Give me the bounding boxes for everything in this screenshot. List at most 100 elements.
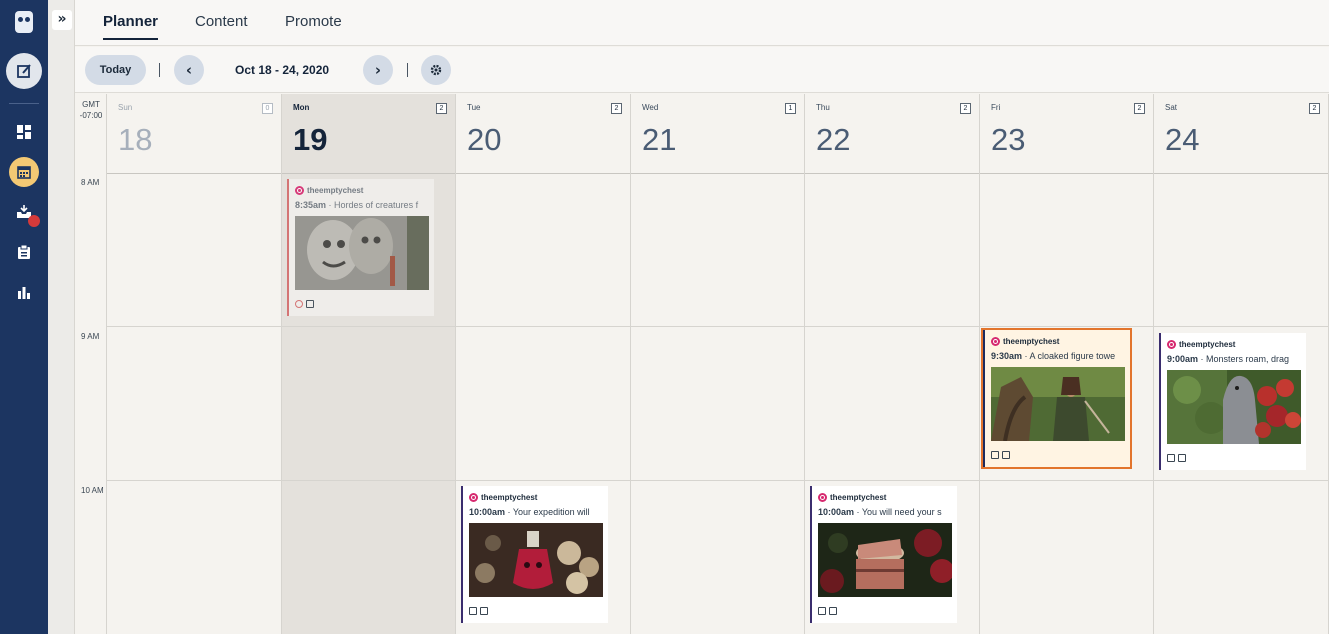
post-summary: 8:35am · Hordes of creatures f [295, 200, 419, 210]
toolbar-divider [407, 63, 408, 77]
day-column-wed[interactable]: Wed 21 1 [631, 94, 805, 634]
post-count-badge: 0 [262, 103, 273, 114]
image-icon [1178, 454, 1186, 462]
calendar-icon [17, 166, 31, 179]
post-summary: 9:00am · Monsters roam, drag [1167, 354, 1290, 364]
post-count-badge: 2 [1309, 103, 1320, 114]
time-column: GMT -07:00 8 AM 9 AM 10 AM [75, 94, 107, 634]
day-name: Sat [1165, 103, 1178, 112]
day-name: Mon [293, 103, 310, 112]
nav-dashboard[interactable] [9, 117, 39, 147]
post-image-cloaked-figure [991, 367, 1125, 442]
compose-icon [17, 64, 31, 78]
day-column-mon[interactable]: Mon 19 2 [282, 94, 456, 634]
post-account: theemptychest [1179, 339, 1236, 349]
post-image-treasure-chest [818, 523, 954, 597]
image-icon [829, 607, 837, 615]
day-header: Mon 19 2 [282, 94, 455, 174]
settings-button[interactable] [421, 55, 451, 85]
scheduled-post-card[interactable]: theemptychest 9:00am · Monsters roam, dr… [1159, 333, 1306, 470]
hootsuite-owl-icon[interactable] [15, 11, 33, 33]
post-image-skull-potion [469, 523, 603, 597]
compose-button[interactable] [6, 53, 42, 89]
hour-gridline [107, 480, 1329, 481]
calendar-small-icon [818, 607, 826, 615]
dashboard-icon [17, 125, 31, 139]
toolbar-divider [159, 63, 160, 77]
day-number: 20 [467, 122, 502, 157]
gear-icon [430, 64, 442, 76]
day-header: Sat 24 2 [1154, 94, 1328, 174]
hour-gridline [107, 326, 1329, 327]
day-name: Wed [642, 103, 659, 112]
calendar-small-icon [1167, 454, 1175, 462]
today-button[interactable]: Today [85, 55, 146, 85]
image-icon [306, 300, 314, 308]
instagram-icon [469, 492, 478, 502]
instagram-icon [991, 336, 1000, 346]
post-summary: 9:30am · A cloaked figure towe [991, 351, 1116, 361]
day-number: 18 [118, 122, 153, 157]
hour-label: 9 AM [81, 332, 100, 341]
day-number: 23 [991, 122, 1026, 157]
post-image-stone-gargoyle [295, 216, 429, 290]
image-icon [480, 607, 488, 615]
day-header: Sun 18 0 [107, 94, 281, 174]
warning-icon [295, 300, 303, 308]
post-account: theemptychest [830, 492, 887, 502]
scheduled-post-card[interactable]: theemptychest 9:30am · A cloaked figure … [981, 328, 1132, 469]
tab-planner[interactable]: Planner [103, 13, 159, 40]
day-name: Tue [467, 103, 481, 112]
day-column-sun[interactable]: Sun 18 0 [107, 94, 282, 634]
date-range-label: Oct 18 - 24, 2020 [235, 63, 330, 77]
next-week-button[interactable]: › [363, 55, 393, 85]
nav-divider [9, 103, 39, 104]
day-header: Fri 23 2 [980, 94, 1153, 174]
calendar-small-icon [991, 451, 999, 459]
post-count-badge: 2 [960, 103, 971, 114]
day-name: Fri [991, 103, 1001, 112]
expand-sidebar-button[interactable]: » [52, 10, 72, 30]
week-calendar: GMT -07:00 8 AM 9 AM 10 AM Sun 18 0 Mon 1… [75, 94, 1329, 634]
nav-assignments[interactable] [9, 237, 39, 267]
post-account: theemptychest [307, 185, 364, 195]
analytics-icon [18, 287, 30, 299]
chevron-left-icon: ‹ [185, 61, 193, 79]
instagram-icon [1167, 339, 1176, 349]
nav-planner[interactable] [9, 157, 39, 187]
post-account: theemptychest [1003, 336, 1060, 346]
tab-promote[interactable]: Promote [285, 13, 342, 30]
previous-week-button[interactable]: ‹ [174, 55, 204, 85]
notification-badge [28, 215, 40, 227]
post-count-badge: 2 [1134, 103, 1145, 114]
day-number: 22 [816, 122, 851, 157]
instagram-icon [295, 185, 304, 195]
post-account: theemptychest [481, 492, 538, 502]
day-header: Wed 21 1 [631, 94, 804, 174]
day-number: 21 [642, 122, 677, 157]
day-header: Tue 20 2 [456, 94, 630, 174]
post-count-badge: 1 [785, 103, 796, 114]
nav-analytics[interactable] [9, 277, 39, 307]
hour-label: 8 AM [81, 178, 100, 187]
day-name: Thu [816, 103, 830, 112]
timezone-label: GMT -07:00 [79, 100, 103, 120]
left-nav-rail [0, 0, 48, 634]
scheduled-post-card[interactable]: theemptychest 10:00am · You will need yo… [810, 486, 957, 623]
image-icon [1002, 451, 1010, 459]
post-count-badge: 2 [436, 103, 447, 114]
post-count-badge: 2 [611, 103, 622, 114]
scheduled-post-card[interactable]: theemptychest 10:00am · Your expedition … [461, 486, 608, 623]
calendar-small-icon [469, 607, 477, 615]
day-number: 19 [293, 122, 328, 157]
post-image-werewolf [1167, 370, 1301, 444]
instagram-icon [818, 492, 827, 502]
scheduled-post-card[interactable]: theemptychest 8:35am · Hordes of creatur… [287, 179, 434, 316]
day-header: Thu 22 2 [805, 94, 979, 174]
clipboard-icon [18, 245, 30, 259]
hour-label: 10 AM [81, 486, 104, 495]
planner-toolbar: Today ‹ Oct 18 - 24, 2020 › [75, 47, 1329, 93]
chevron-right-icon: › [374, 61, 382, 79]
top-tabs: Planner Content Promote [75, 0, 1329, 46]
tab-content[interactable]: Content [195, 13, 248, 30]
